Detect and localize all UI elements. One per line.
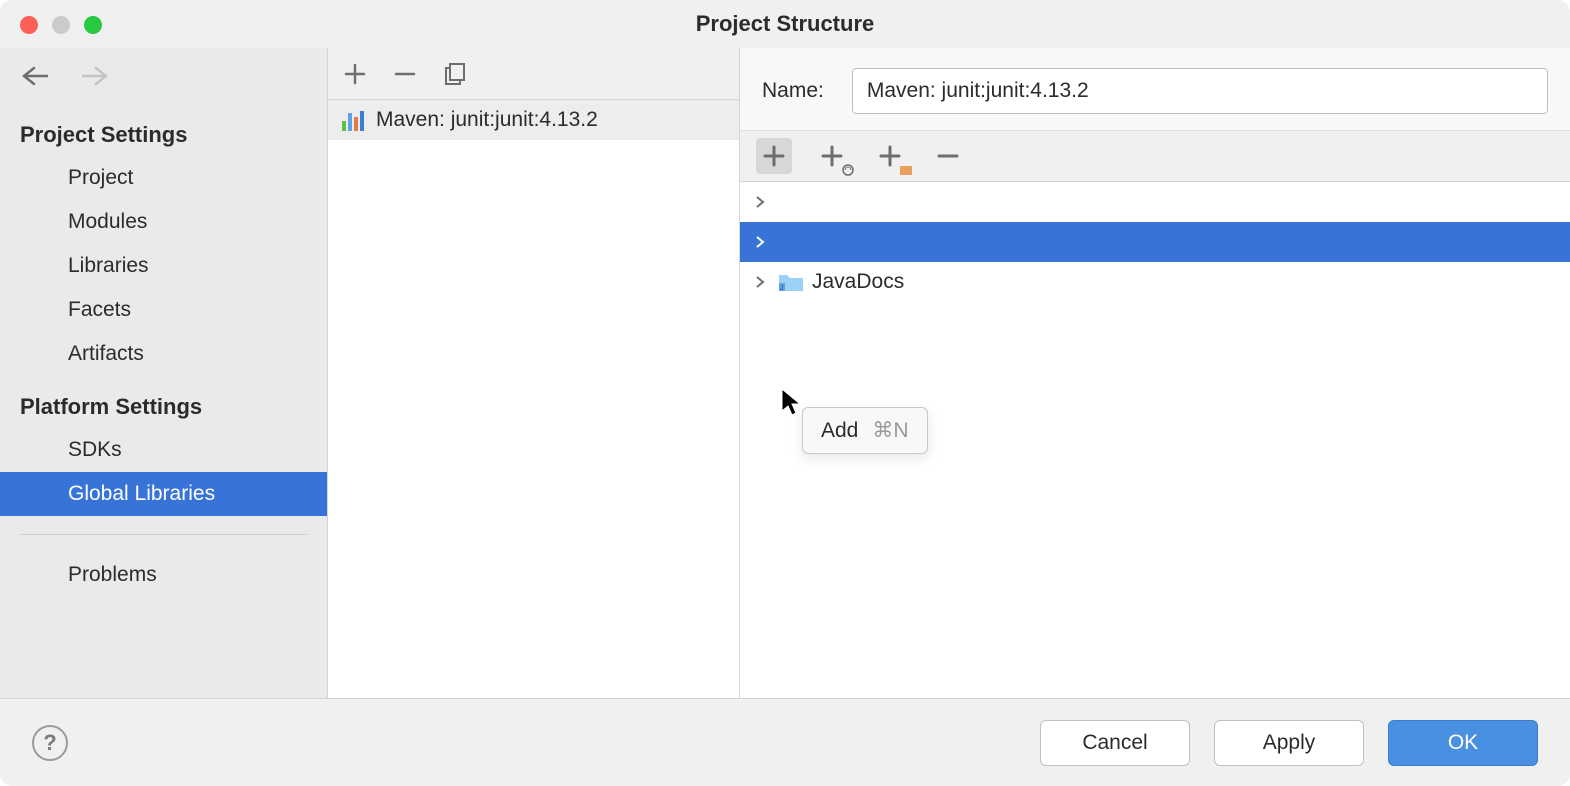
library-list-panel: Maven: junit:junit:4.13.2 [328, 48, 740, 698]
tree-row[interactable] [740, 222, 1570, 262]
back-button[interactable] [20, 61, 50, 91]
sidebar-divider [20, 534, 307, 535]
name-input[interactable] [852, 68, 1548, 114]
chevron-right-icon [750, 235, 770, 249]
minimize-icon [52, 16, 70, 34]
sidebar-item-global-libraries[interactable]: Global Libraries [0, 472, 327, 516]
sidebar-item-artifacts[interactable]: Artifacts [0, 332, 327, 376]
cancel-button[interactable]: Cancel [1040, 720, 1190, 766]
sidebar-item-problems[interactable]: Problems [0, 553, 327, 597]
add-exclusion-button[interactable] [872, 138, 908, 174]
ok-button[interactable]: OK [1388, 720, 1538, 766]
remove-root-button[interactable] [930, 138, 966, 174]
sidebar-nav [0, 48, 327, 104]
library-item[interactable]: Maven: junit:junit:4.13.2 [328, 100, 739, 140]
roots-tree: J JavaDocs Add ⌘N [740, 182, 1570, 698]
name-label: Name: [762, 79, 824, 103]
chevron-right-icon [750, 195, 770, 209]
titlebar: Project Structure [0, 0, 1570, 48]
help-button[interactable]: ? [32, 725, 68, 761]
window-title: Project Structure [696, 11, 875, 37]
name-row: Name: [740, 48, 1570, 130]
folder-icon: J [778, 272, 804, 292]
sidebar-item-sdks[interactable]: SDKs [0, 428, 327, 472]
add-library-button[interactable] [344, 63, 366, 85]
sidebar: Project Settings Project Modules Librari… [0, 48, 328, 698]
maximize-icon[interactable] [84, 16, 102, 34]
dialog-footer: ? Cancel Apply OK [0, 698, 1570, 786]
library-item-label: Maven: junit:junit:4.13.2 [376, 108, 598, 132]
tooltip-label: Add [821, 419, 858, 443]
sidebar-item-project[interactable]: Project [0, 156, 327, 200]
details-toolbar [740, 130, 1570, 182]
sidebar-group-project: Project Settings [0, 104, 327, 156]
window-controls [20, 16, 102, 34]
apply-button[interactable]: Apply [1214, 720, 1364, 766]
forward-button [80, 61, 110, 91]
details-panel: Name: [740, 48, 1570, 698]
add-from-maven-button[interactable] [814, 138, 850, 174]
library-icon [342, 109, 364, 131]
library-list-toolbar [328, 48, 739, 100]
chevron-right-icon [750, 275, 770, 289]
add-root-button[interactable] [756, 138, 792, 174]
sidebar-group-platform: Platform Settings [0, 376, 327, 428]
sidebar-item-libraries[interactable]: Libraries [0, 244, 327, 288]
sidebar-item-modules[interactable]: Modules [0, 200, 327, 244]
tree-row-javadocs[interactable]: J JavaDocs [740, 262, 1570, 302]
add-tooltip: Add ⌘N [802, 407, 928, 454]
copy-library-button[interactable] [444, 62, 466, 86]
tooltip-shortcut: ⌘N [872, 418, 908, 443]
sidebar-item-facets[interactable]: Facets [0, 288, 327, 332]
cursor-icon [780, 387, 804, 417]
close-icon[interactable] [20, 16, 38, 34]
tree-row[interactable] [740, 182, 1570, 222]
tree-row-label: JavaDocs [812, 270, 904, 294]
remove-library-button[interactable] [394, 63, 416, 85]
svg-text:J: J [780, 285, 784, 292]
